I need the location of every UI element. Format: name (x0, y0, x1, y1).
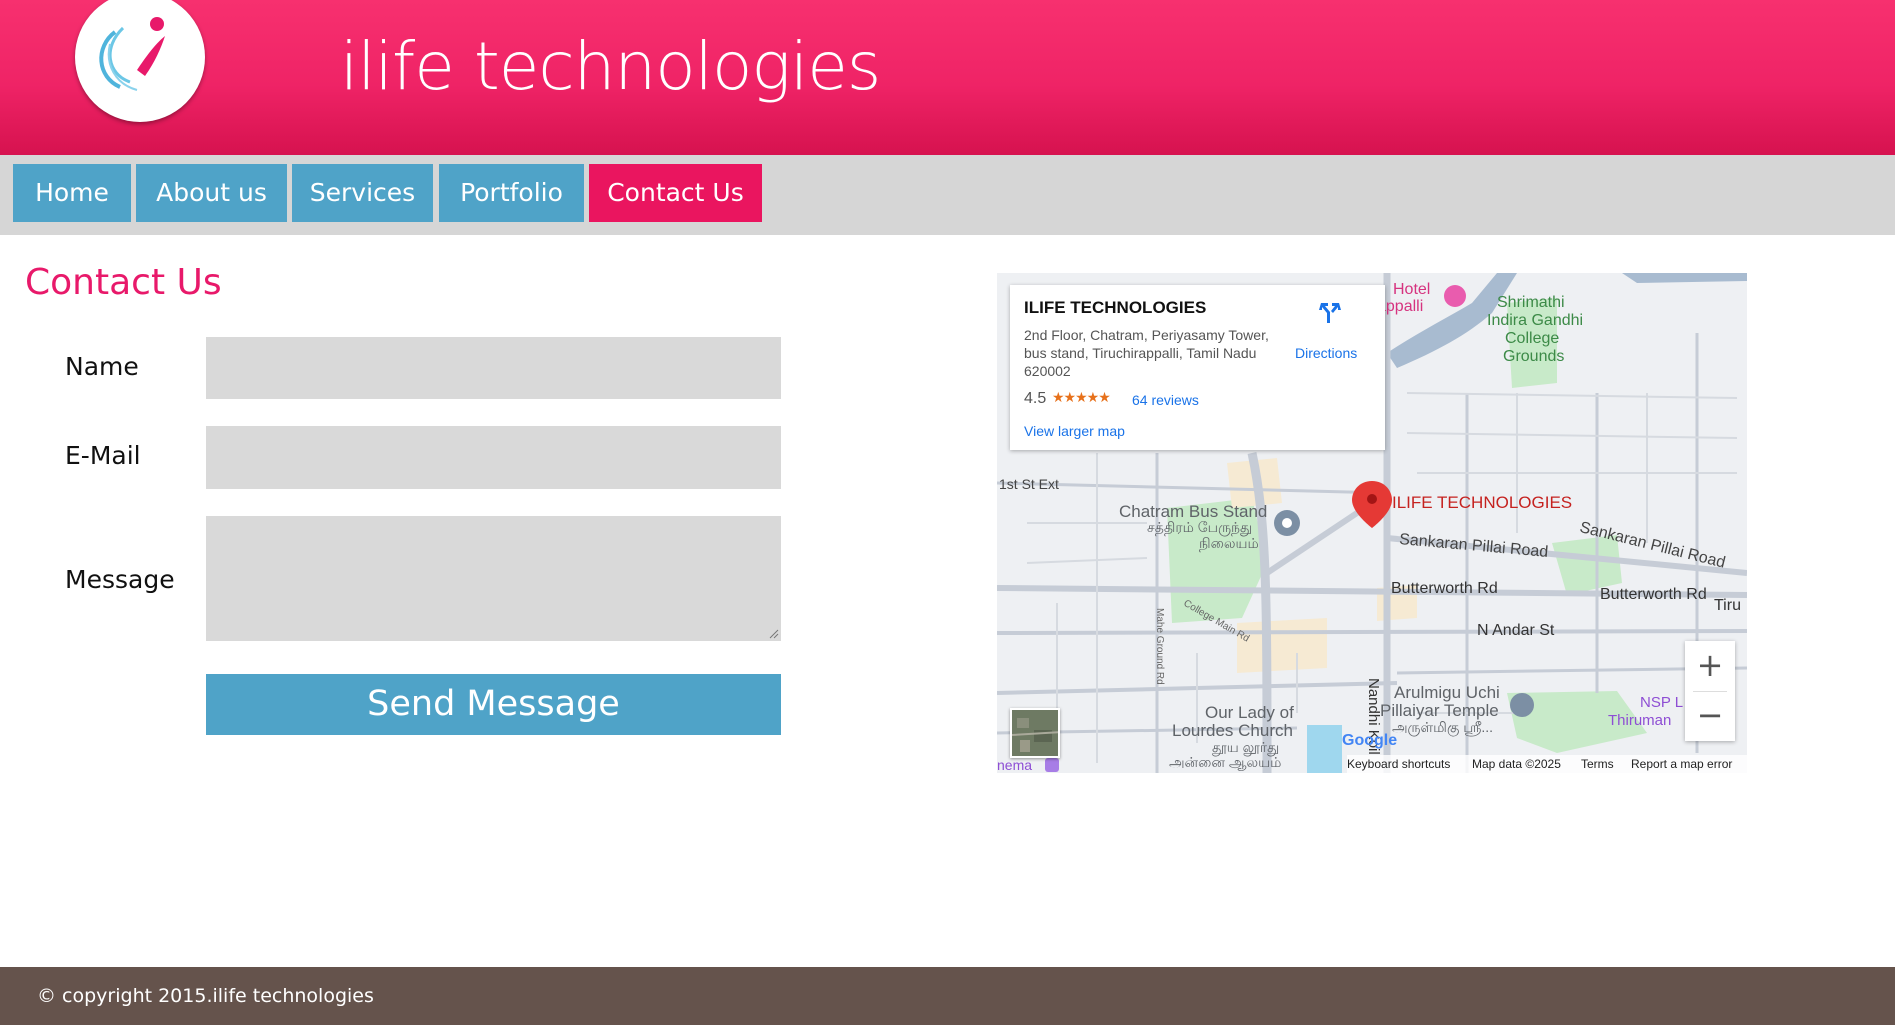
reviews-link[interactable]: 64 reviews (1132, 392, 1199, 408)
map-label-temple-tamil: அருள்மிகு ஸ்ரீ... (1392, 719, 1494, 735)
map-zoom-control: + − (1685, 641, 1735, 741)
resize-grip-icon[interactable] (769, 629, 779, 639)
map-label-hotel: Hotel (1393, 281, 1431, 298)
site-footer: © copyright 2015.ilife technologies (0, 967, 1895, 1025)
nav-about-us[interactable]: About us (136, 164, 287, 222)
satellite-thumbnail-icon (1012, 710, 1058, 756)
zoom-out-button[interactable]: − (1685, 691, 1735, 741)
directions-link[interactable]: Directions (1295, 345, 1357, 361)
map-label-college-3: College (1505, 330, 1560, 347)
google-logo: Google (1342, 732, 1398, 749)
map-label-mahe: Mahe Ground Rd (1154, 608, 1165, 685)
main-nav: Home About us Services Portfolio Contact… (0, 155, 1895, 235)
map-label-temple-1: Arulmigu Uchi (1394, 683, 1500, 702)
map-label-thiruman: Thiruman (1608, 712, 1672, 729)
map-label-church-tamil-2: அன்னை ஆலயம் (1169, 754, 1282, 770)
map-label-butterworth-1: Butterworth Rd (1391, 580, 1498, 597)
map-label-butterworth-2: Butterworth Rd (1600, 586, 1707, 603)
map-pin-label: ILIFE TECHNOLOGIES (1392, 493, 1573, 512)
map-label-bus-stand-tamil2: நிலையம் (1199, 535, 1259, 551)
map-attribution-bar: Keyboard shortcuts Map data ©2025 Terms … (1347, 755, 1747, 773)
report-map-error-link[interactable]: Report a map error (1631, 757, 1732, 771)
send-message-button[interactable]: Send Message (206, 674, 781, 735)
terms-link[interactable]: Terms (1581, 757, 1614, 771)
map-label-nsp: NSP L (1640, 694, 1684, 711)
map-info-card: ILIFE TECHNOLOGIES 2nd Floor, Chatram, P… (1010, 285, 1385, 450)
nav-contact-us[interactable]: Contact Us (589, 164, 762, 222)
map-label-college-1: Shrimathi (1497, 294, 1565, 311)
card-address: 2nd Floor, Chatram, Periyasamy Tower, bu… (1024, 327, 1269, 379)
name-field[interactable] (206, 337, 781, 399)
message-textarea[interactable] (206, 516, 781, 641)
email-field[interactable] (206, 426, 781, 489)
zoom-in-button[interactable]: + (1685, 641, 1735, 691)
embedded-map[interactable]: ILIFE TECHNOLOGIES Chatram Bus Stand சத்… (997, 273, 1747, 773)
satellite-toggle[interactable] (1010, 708, 1060, 758)
map-data-label: Map data ©2025 (1472, 757, 1561, 771)
page-title: Contact Us (25, 262, 222, 303)
keyboard-shortcuts-link[interactable]: Keyboard shortcuts (1347, 757, 1450, 771)
nav-portfolio[interactable]: Portfolio (439, 164, 584, 222)
map-label-college-4: Grounds (1503, 348, 1565, 365)
map-label-church-2: Lourdes Church (1172, 721, 1293, 740)
name-label: Name (65, 352, 139, 381)
map-label-church-1: Our Lady of (1205, 703, 1294, 722)
map-label-nema: nema (997, 757, 1033, 773)
nav-services[interactable]: Services (292, 164, 433, 222)
map-label-andar: N Andar St (1477, 622, 1555, 639)
nav-home[interactable]: Home (13, 164, 131, 222)
map-label-tiru: Tiru (1714, 597, 1741, 614)
copyright-text: © copyright 2015.ilife technologies (37, 985, 374, 1007)
map-label-college-2: Indira Gandhi (1487, 312, 1584, 329)
email-label: E-Mail (65, 441, 141, 470)
message-label: Message (65, 565, 175, 594)
view-larger-map-link[interactable]: View larger map (1024, 423, 1125, 439)
map-label-first-st: 1st St Ext (999, 476, 1059, 492)
site-header: ilife technologies (0, 0, 1895, 155)
map-label-temple-2: Pillaiyar Temple (1380, 701, 1499, 720)
star-rating-icon: ★★★★★ (1052, 390, 1111, 406)
card-business-name: ILIFE TECHNOLOGIES (1024, 298, 1207, 317)
ilife-logo-icon[interactable] (75, 0, 205, 122)
directions-icon[interactable] (1317, 299, 1343, 325)
site-title: ilife technologies (340, 28, 881, 105)
card-rating: 4.5 (1024, 390, 1047, 407)
